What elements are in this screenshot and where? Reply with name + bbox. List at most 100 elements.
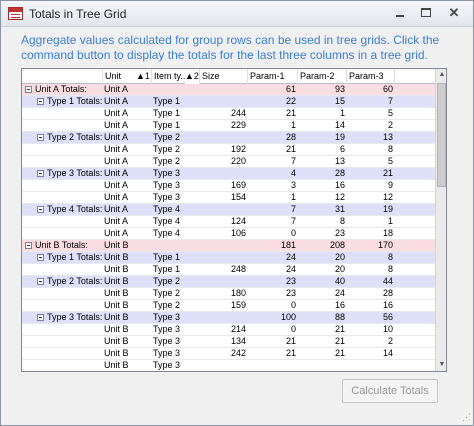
cell-p2: 6 (339, 144, 345, 154)
group-label: Type 3 Totals: (47, 168, 103, 178)
cell-p2 (298, 360, 347, 371)
collapse-icon[interactable] (25, 86, 32, 93)
header-param2[interactable]: Param-2 (298, 69, 347, 84)
cell-p3: 170 (377, 240, 393, 250)
scroll-thumb[interactable] (437, 83, 446, 187)
collapse-icon[interactable] (37, 170, 44, 177)
cell-p2: 12 (334, 192, 345, 202)
cell-p3: 5 (387, 108, 393, 118)
sort-asc-icon: ▲1 (136, 71, 150, 81)
tree-grid[interactable]: Unit ▲1 Item ty... ▲2 Size Param-1 Param… (21, 68, 447, 372)
collapse-icon[interactable] (37, 134, 44, 141)
group-row-type[interactable]: Type 2 Totals: Unit B Type 2 23 40 44 (22, 276, 435, 288)
maximize-button[interactable] (413, 4, 439, 22)
cell-p2: 8 (339, 216, 345, 226)
table-row[interactable]: Unit A Type 2 220 7 13 5 (22, 156, 435, 168)
cell-p1 (248, 360, 298, 371)
cell-p3: 9 (387, 180, 393, 190)
header-size[interactable]: Size (200, 69, 248, 84)
table-row[interactable]: Unit A Type 4 106 0 23 18 (22, 228, 435, 240)
header-item-type[interactable]: Item ty... ▲2 (152, 69, 200, 84)
table-row[interactable]: Unit B Type 2 180 23 24 28 (22, 288, 435, 300)
table-row[interactable]: Unit A Type 1 229 1 14 2 (22, 120, 435, 132)
table-row[interactable]: Unit A Type 4 124 7 8 1 (22, 216, 435, 228)
minimize-button[interactable] (387, 4, 413, 22)
cell-unit: Unit B (104, 336, 129, 346)
scroll-up-icon[interactable]: ▲ (436, 69, 446, 81)
vertical-scrollbar[interactable]: ▲ ▼ (435, 69, 446, 371)
group-label: Type 2 Totals: (47, 276, 103, 286)
cell-p2: 23 (334, 228, 345, 238)
table-row[interactable]: Unit B Type 1 248 24 20 8 (22, 264, 435, 276)
cell-unit: Unit A (104, 180, 129, 190)
resize-grip-icon[interactable]: ⋰ (459, 411, 471, 423)
cell-p1: 23 (285, 276, 296, 286)
header-tree-column[interactable] (22, 69, 103, 84)
cell-type: Type 1 (153, 120, 181, 130)
cell-p2: 21 (334, 324, 345, 334)
collapse-icon[interactable] (37, 206, 44, 213)
table-row[interactable]: Unit A Type 3 169 3 16 9 (22, 180, 435, 192)
table-row[interactable]: Unit A Type 1 244 21 1 5 (22, 108, 435, 120)
table-row[interactable]: Unit A Type 3 154 1 12 12 (22, 192, 435, 204)
group-row-type[interactable]: Type 1 Totals: Unit B Type 1 24 20 8 (22, 252, 435, 264)
header-param3[interactable]: Param-3 (347, 69, 395, 84)
cell-p3: 8 (387, 144, 393, 154)
grid-header: Unit ▲1 Item ty... ▲2 Size Param-1 Param… (22, 69, 435, 84)
cell-size: 124 (230, 216, 246, 226)
calculate-totals-button[interactable]: Calculate Totals (342, 379, 438, 403)
collapse-icon[interactable] (37, 278, 44, 285)
cell-p3: 2 (387, 120, 393, 130)
cell-type: Type 2 (153, 132, 181, 142)
grid-body: Unit A Totals: Unit A 61 93 60 Type 1 Totals:… (22, 84, 435, 371)
collapse-icon[interactable] (25, 242, 32, 249)
title-bar[interactable]: Totals in Tree Grid ✕ (1, 1, 473, 27)
cell-size: 242 (230, 348, 246, 358)
table-row[interactable]: Unit B Type 3 134 21 21 2 (22, 336, 435, 348)
cell-p1: 7 (290, 156, 296, 166)
cell-p3: 10 (382, 324, 393, 334)
cell-p1: 3 (290, 180, 296, 190)
cell-p1: 1 (290, 192, 296, 202)
group-row-unit[interactable]: Unit B Totals: Unit B 181 208 170 (22, 240, 435, 252)
cell-unit: Unit B (104, 240, 129, 250)
group-label: Type 1 Totals: (47, 252, 103, 262)
group-row-unit[interactable]: Unit A Totals: Unit A 61 93 60 (22, 84, 435, 96)
cell-p3: 7 (387, 96, 393, 106)
group-row-type[interactable]: Type 4 Totals: Unit A Type 4 7 31 19 (22, 204, 435, 216)
cell-unit: Unit B (104, 312, 129, 322)
collapse-icon[interactable] (37, 98, 44, 105)
table-row[interactable]: Unit A Type 2 192 21 6 8 (22, 144, 435, 156)
cell-p1: 24 (285, 264, 296, 274)
cell-p2: 14 (334, 120, 345, 130)
cell-size: 106 (230, 228, 246, 238)
table-row[interactable]: Unit B Type 2 159 0 16 16 (22, 300, 435, 312)
collapse-icon[interactable] (37, 314, 44, 321)
cell-p1: 100 (280, 312, 296, 322)
cell-p1: 7 (290, 216, 296, 226)
close-button[interactable]: ✕ (439, 4, 469, 22)
table-row[interactable]: Unit B Type 3 214 0 21 10 (22, 324, 435, 336)
window-title: Totals in Tree Grid (29, 7, 127, 21)
cell-size (200, 276, 248, 287)
cell-unit: Unit A (104, 84, 129, 94)
cell-p2: 40 (334, 276, 345, 286)
group-row-type[interactable]: Type 2 Totals: Unit A Type 2 28 19 13 (22, 132, 435, 144)
table-row[interactable]: Unit B Type 3 242 21 21 14 (22, 348, 435, 360)
table-row[interactable]: Unit B Type 3 (22, 360, 435, 371)
cell-p3: 13 (382, 132, 393, 142)
cell-p3: 8 (387, 264, 393, 274)
group-label: Type 4 Totals: (47, 204, 103, 214)
group-row-type[interactable]: Type 1 Totals: Unit A Type 1 22 15 7 (22, 96, 435, 108)
scroll-down-icon[interactable]: ▼ (436, 359, 446, 371)
cell-p1: 0 (290, 300, 296, 310)
cell-p3: 60 (382, 84, 393, 94)
cell-p1: 22 (285, 96, 296, 106)
cell-type: Type 3 (153, 312, 181, 322)
collapse-icon[interactable] (37, 254, 44, 261)
header-unit[interactable]: Unit ▲1 (103, 69, 152, 84)
cell-size (200, 84, 248, 95)
header-param1[interactable]: Param-1 (248, 69, 298, 84)
group-row-type[interactable]: Type 3 Totals: Unit B Type 3 100 88 56 (22, 312, 435, 324)
group-row-type[interactable]: Type 3 Totals: Unit A Type 3 4 28 21 (22, 168, 435, 180)
